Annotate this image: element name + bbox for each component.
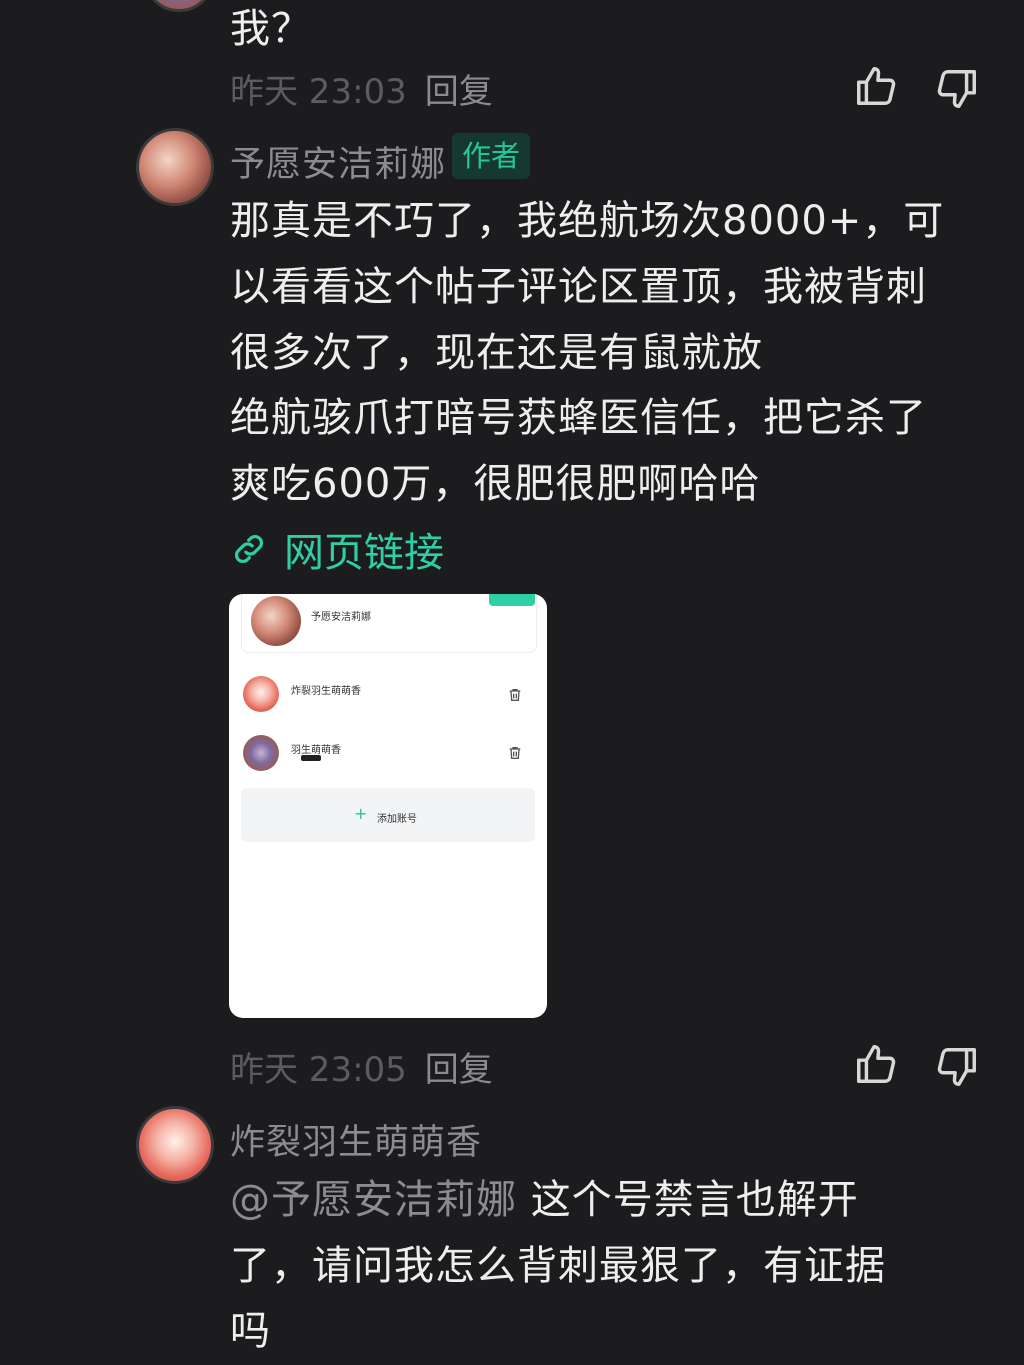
link-label: 网页链接	[284, 530, 444, 576]
comment-text-line: @予愿安洁莉娜 这个号禁言也解开	[230, 1167, 859, 1233]
reply-button[interactable]: 回复	[425, 72, 493, 112]
thumbs-down-icon[interactable]	[934, 1044, 980, 1090]
comment-text-line: 以看看这个帖子评论区置顶，我被背刺	[230, 264, 927, 310]
web-link[interactable]: 网页链接	[230, 522, 444, 576]
comment-text-line: 那真是不巧了，我绝航场次8000+，可	[230, 198, 945, 244]
status-badge	[489, 594, 535, 606]
trash-icon	[509, 689, 521, 701]
comment-meta: 昨天 23:05 回复	[230, 1042, 493, 1091]
avatar[interactable]	[136, 1106, 214, 1184]
comment-text-line: 吗	[230, 1308, 271, 1354]
account-item-label: 炸裂羽生萌萌香	[291, 686, 361, 697]
trash-icon	[509, 747, 521, 759]
comment-time: 昨天 23:05	[230, 1050, 407, 1090]
thumbs-up-icon[interactable]	[853, 1041, 899, 1087]
username[interactable]: 炸裂羽生萌萌香	[230, 1114, 482, 1165]
avatar[interactable]	[143, 0, 215, 12]
comment-meta: 昨天 23:03 回复	[230, 64, 493, 113]
username[interactable]: 予愿安洁莉娜	[230, 136, 446, 187]
reply-button[interactable]: 回复	[425, 1050, 493, 1090]
author-badge: 作者	[452, 133, 531, 179]
avatar	[243, 676, 279, 712]
comment-text-line: 绝航骇爪打暗号获蜂医信任，把它杀了	[230, 395, 927, 441]
avatar	[243, 735, 279, 771]
comment-text: 我？	[230, 6, 312, 52]
mention-link[interactable]: @予愿安洁莉娜	[230, 1177, 517, 1223]
comment-text: 这个号禁言也解开	[530, 1177, 859, 1223]
comment-time: 昨天 23:03	[230, 72, 407, 112]
attached-image[interactable]: 予愿安洁莉娜 炸裂羽生萌萌香 羽生萌萌香 + 添加账号	[229, 594, 547, 1018]
link-icon	[235, 535, 263, 563]
plus-icon: +	[354, 804, 368, 823]
comment-text-line: 很多次了，现在还是有鼠就放	[230, 330, 763, 376]
account-item-label: 羽生萌萌香	[291, 745, 341, 756]
redaction-bar	[301, 755, 321, 761]
thumbs-up-icon[interactable]	[853, 63, 899, 109]
account-name: 予愿安洁莉娜	[311, 612, 371, 623]
add-account-label: 添加账号	[377, 814, 417, 825]
avatar[interactable]	[136, 128, 214, 206]
thumbs-down-icon[interactable]	[934, 66, 980, 112]
comment-text-line: 爽吃600万，很肥很肥啊哈哈	[230, 461, 761, 507]
avatar	[251, 596, 301, 646]
comment-text-line: 了，请问我怎么背刺最狠了，有证据	[230, 1243, 886, 1289]
